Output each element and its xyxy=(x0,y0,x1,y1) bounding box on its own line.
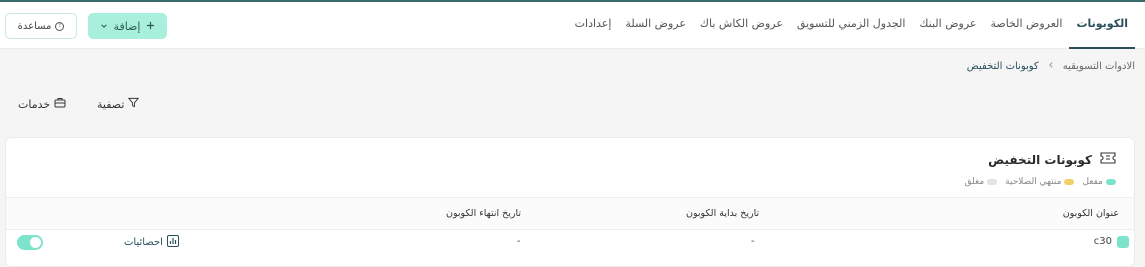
filter-icon xyxy=(128,97,140,111)
help-button-label: مساعدة xyxy=(17,20,52,32)
legend-swatch xyxy=(1064,179,1075,185)
card-header: كوبونات التخفيض xyxy=(988,152,1116,167)
tab-settings[interactable]: إعدادات xyxy=(568,2,619,49)
coupons-card: كوبونات التخفيض مفعل منتهي الصلاحية مغلق… xyxy=(5,137,1135,267)
breadcrumb-current: كوبونات التخفيض xyxy=(966,61,1039,72)
top-navigation-bar: الكوبونات العروض الخاصة عروض البنك الجدو… xyxy=(0,0,1145,49)
legend-item-expired: منتهي الصلاحية xyxy=(1005,177,1075,187)
legend-item-closed: مغلق xyxy=(965,177,998,187)
chevron-down-icon xyxy=(100,20,108,33)
legend-swatch xyxy=(987,179,998,185)
plus-icon xyxy=(146,20,155,33)
add-button[interactable]: إضافة xyxy=(88,13,167,39)
tab-bank-offers[interactable]: عروض البنك xyxy=(912,2,983,49)
stats-label: احصائيات xyxy=(124,237,163,248)
marketing-tabs: الكوبونات العروض الخاصة عروض البنك الجدو… xyxy=(568,2,1135,49)
status-swatch xyxy=(1117,236,1129,248)
services-button-label: خدمات xyxy=(18,97,51,111)
filter-button[interactable]: تصفية xyxy=(97,97,140,111)
add-button-label: إضافة xyxy=(113,19,141,33)
coupon-end-date: - xyxy=(517,236,521,247)
filter-button-label: تصفية xyxy=(97,97,125,111)
column-header-title: عنوان الكوبون xyxy=(1062,208,1119,219)
coupon-enabled-toggle[interactable] xyxy=(17,235,43,250)
tab-cashback-offers[interactable]: عروض الكاش باك xyxy=(693,2,790,49)
services-button[interactable]: خدمات xyxy=(18,97,66,111)
legend-label: منتهي الصلاحية xyxy=(1005,177,1062,187)
column-header-start: تاريخ بداية الكوبون xyxy=(686,208,760,219)
tab-marketing-schedule[interactable]: الجدول الزمني للتسويق xyxy=(790,2,912,49)
tab-coupons[interactable]: الكوبونات xyxy=(1069,2,1135,49)
bar-chart-icon xyxy=(166,235,179,250)
ticket-icon xyxy=(1100,152,1116,167)
card-title: كوبونات التخفيض xyxy=(988,152,1092,167)
help-button[interactable]: مساعدة ! xyxy=(5,13,77,39)
legend-label: مفعل xyxy=(1082,177,1103,187)
tab-special-offers[interactable]: العروض الخاصة xyxy=(983,2,1069,49)
legend-swatch xyxy=(1106,179,1116,185)
briefcase-icon xyxy=(54,97,66,111)
tab-cart-offers[interactable]: عروض السلة xyxy=(618,2,693,49)
legend-item-enabled: مفعل xyxy=(1082,177,1116,187)
breadcrumb: الادوات التسويقيه كوبونات التخفيض xyxy=(967,61,1135,72)
coupon-start-date: - xyxy=(751,236,755,247)
stats-button[interactable]: احصائيات xyxy=(124,235,179,250)
toggle-knob xyxy=(30,237,41,248)
coupon-code[interactable]: c30 xyxy=(1094,236,1112,247)
help-icon: ! xyxy=(55,21,65,31)
chevron-left-icon xyxy=(1047,61,1055,72)
legend-label: مغلق xyxy=(964,177,985,187)
breadcrumb-parent[interactable]: الادوات التسويقيه xyxy=(1063,61,1135,72)
table-row[interactable]: c30 - - احصائيات xyxy=(6,230,1134,266)
status-legend: مفعل منتهي الصلاحية مغلق xyxy=(965,177,1116,187)
table-header: عنوان الكوبون تاريخ بداية الكوبون تاريخ … xyxy=(6,197,1134,230)
column-header-end: تاريخ انتهاء الكوبون xyxy=(446,208,522,219)
